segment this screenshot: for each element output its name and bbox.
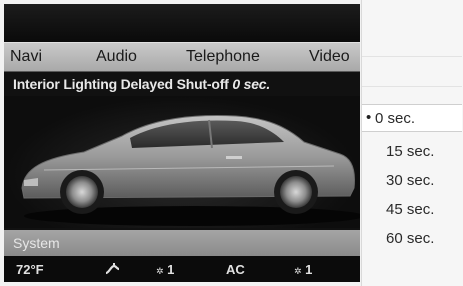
- setting-title: Interior Lighting Delayed Shut-off 0 sec…: [13, 76, 270, 92]
- value-selection-panel: • 0 sec. 15 sec. 30 sec. 45 sec. 60 sec.: [361, 0, 463, 286]
- vehicle-image-area: [4, 96, 360, 228]
- ac-status[interactable]: AC: [226, 262, 245, 277]
- system-label: System: [13, 235, 60, 251]
- panel-divider: [362, 56, 462, 57]
- menu-item-telephone[interactable]: Telephone: [186, 48, 260, 66]
- main-menu-bar: Navi Audio Telephone Video: [4, 42, 360, 72]
- fan-level-left[interactable]: ✲ 1: [156, 262, 174, 277]
- option-label: 60 sec.: [386, 230, 435, 247]
- temperature-left[interactable]: 72°F: [16, 262, 44, 277]
- seat-ventilation-icon[interactable]: [104, 262, 122, 279]
- top-bar: [4, 4, 360, 42]
- fan-left-value: 1: [167, 262, 175, 277]
- setting-current-value: 0 sec.: [232, 76, 271, 92]
- fan-right-icon: ✲: [294, 266, 302, 276]
- menu-item-navi[interactable]: Navi: [10, 48, 42, 66]
- fan-right-value: 1: [305, 262, 313, 277]
- selected-bullet-icon: •: [366, 109, 372, 126]
- option-30-sec[interactable]: 30 sec.: [362, 167, 462, 195]
- panel-divider: [362, 86, 462, 87]
- menu-item-video[interactable]: Video: [309, 48, 350, 66]
- menu-item-audio[interactable]: Audio: [96, 48, 137, 66]
- fan-level-right[interactable]: ✲ 1: [294, 262, 312, 277]
- display-screen: Navi Audio Telephone Video Interior Ligh…: [4, 4, 360, 282]
- system-bar[interactable]: System: [4, 230, 360, 256]
- fan-left-icon: ✲: [156, 266, 164, 276]
- option-15-sec[interactable]: 15 sec.: [362, 138, 462, 166]
- setting-title-label: Interior Lighting Delayed Shut-off: [13, 76, 229, 92]
- option-0-sec[interactable]: • 0 sec.: [362, 104, 462, 132]
- climate-status-bar: 72°F ✲ 1 AC ✲ 1: [4, 256, 360, 282]
- option-60-sec[interactable]: 60 sec.: [362, 225, 462, 253]
- option-45-sec[interactable]: 45 sec.: [362, 196, 462, 224]
- option-label: 0 sec.: [375, 110, 416, 127]
- option-label: 30 sec.: [386, 172, 435, 189]
- option-label: 15 sec.: [386, 143, 435, 160]
- option-label: 45 sec.: [386, 201, 435, 218]
- car-illustration: [21, 115, 360, 226]
